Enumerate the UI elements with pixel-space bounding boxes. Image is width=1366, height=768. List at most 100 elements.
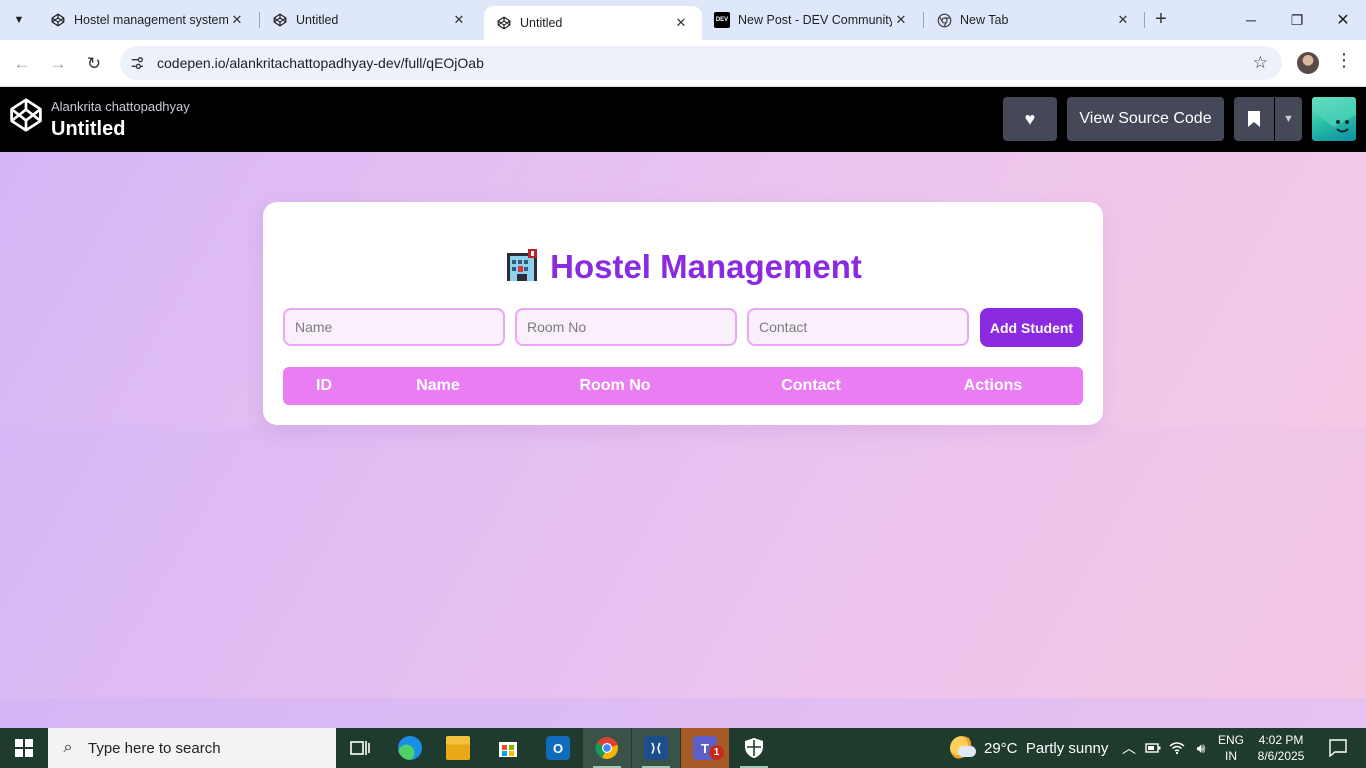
close-tab-icon[interactable]: ✕ (892, 11, 910, 29)
taskbar-outlook[interactable]: O (534, 728, 582, 768)
close-tab-icon[interactable]: ✕ (672, 14, 690, 32)
edge-icon (398, 736, 422, 760)
chevron-down-icon: ▼ (1283, 113, 1294, 125)
view-source-button[interactable]: View Source Code (1067, 97, 1224, 141)
minimize-icon[interactable]: ─ (1228, 0, 1274, 40)
name-input[interactable] (283, 308, 505, 346)
profile-avatar[interactable] (1297, 52, 1319, 74)
notification-center-icon[interactable] (1318, 728, 1358, 768)
tab-search-chevron-icon[interactable]: ▼ (6, 7, 32, 33)
taskbar-file-explorer[interactable] (434, 728, 482, 768)
partly-sunny-icon (950, 736, 976, 760)
tab-new-tab[interactable]: New Tab ✕ (924, 0, 1144, 40)
taskbar-edge[interactable] (386, 728, 434, 768)
pen-preview: Hostel Management Add Student ID Name Ro… (0, 152, 1366, 728)
wifi-icon[interactable] (1166, 728, 1188, 768)
codepen-icon (272, 12, 288, 28)
codepen-icon (496, 15, 512, 31)
add-student-button[interactable]: Add Student (980, 308, 1083, 347)
taskbar-search-placeholder: Type here to search (88, 739, 221, 757)
contact-input[interactable] (747, 308, 969, 346)
new-tab-plus-icon[interactable]: + (1150, 9, 1172, 31)
tab-untitled-active[interactable]: Untitled ✕ (484, 6, 702, 40)
tab-separator (1144, 12, 1145, 28)
hostel-card: Hostel Management Add Student ID Name Ro… (263, 202, 1103, 425)
language-code: ENG (1217, 733, 1244, 747)
bookmark-star-icon[interactable]: ☆ (1253, 53, 1268, 73)
close-tab-icon[interactable]: ✕ (228, 11, 246, 29)
bookmark-dropdown-button[interactable]: ▼ (1275, 97, 1302, 141)
restore-icon[interactable]: ❐ (1274, 0, 1320, 40)
chrome-icon (936, 12, 952, 28)
pen-title: Untitled (51, 118, 126, 140)
windows-logo-icon (15, 739, 33, 757)
taskbar-security[interactable] (730, 728, 778, 768)
forward-arrow-icon[interactable]: → (44, 50, 72, 78)
weather-condition: Partly sunny (1025, 739, 1109, 757)
column-header-id: ID (316, 377, 332, 394)
search-icon: ⌕ (63, 739, 73, 756)
close-tab-icon[interactable]: ✕ (1114, 11, 1132, 29)
codepen-logo-icon[interactable] (8, 97, 44, 133)
address-bar[interactable]: codepen.io/alankritachattopadhyay-dev/fu… (120, 46, 1282, 80)
background-gradient (0, 426, 1366, 698)
tab-title: Untitled (520, 16, 563, 30)
hotel-emoji-icon (507, 249, 538, 281)
bookmark-button[interactable] (1234, 97, 1274, 141)
tab-untitled-1[interactable]: Untitled ✕ (260, 0, 480, 40)
tab-hostel-management-system[interactable]: Hostel management system ✕ (38, 0, 258, 40)
close-window-icon[interactable]: ✕ (1320, 0, 1366, 40)
battery-icon[interactable] (1142, 728, 1164, 768)
students-table-header: ID Name Room No Contact Actions (283, 367, 1083, 405)
page-title: Hostel Management (263, 247, 1103, 286)
site-info-icon[interactable] (120, 46, 154, 80)
input-language[interactable]: ENG IN (1216, 732, 1246, 764)
task-view-button[interactable] (336, 728, 384, 768)
column-header-contact: Contact (781, 377, 841, 394)
shield-icon (745, 738, 763, 758)
taskbar-store[interactable] (484, 728, 532, 768)
reload-icon[interactable]: ↻ (80, 50, 108, 78)
taskbar-search-box[interactable]: ⌕ Type here to search (48, 728, 336, 768)
tab-dev-community[interactable]: DEV New Post - DEV Community ✕ (702, 0, 922, 40)
codepen-icon (50, 12, 66, 28)
folder-icon (446, 736, 470, 760)
system-clock[interactable]: 4:02 PM 8/6/2025 (1254, 732, 1308, 764)
windows-start-button[interactable] (0, 728, 48, 768)
show-hidden-icons-chevron-icon[interactable]: ︿ (1118, 728, 1140, 768)
heart-icon: ♥ (1024, 108, 1036, 129)
room-no-input[interactable] (515, 308, 737, 346)
tab-title: Hostel management system (74, 13, 228, 27)
back-arrow-icon[interactable]: ← (8, 50, 36, 78)
column-header-actions: Actions (963, 377, 1023, 394)
volume-icon[interactable]: 🔊︎ (1190, 728, 1212, 768)
clock-time: 4:02 PM (1258, 733, 1304, 747)
column-header-name: Name (416, 377, 460, 394)
tab-title: Untitled (296, 13, 339, 27)
clock-date: 8/6/2025 (1257, 749, 1305, 763)
code-editor-icon: ⟩⟨ (644, 736, 668, 760)
task-view-icon (350, 741, 370, 755)
tab-title: New Tab (960, 13, 1009, 27)
codepen-header: Alankrita chattopadhyay Untitled ♥ View … (0, 87, 1366, 152)
chrome-icon (595, 737, 618, 759)
url-text: codepen.io/alankritachattopadhyay-dev/fu… (157, 55, 484, 71)
background-gradient (0, 698, 1366, 728)
browser-menu-icon[interactable]: ⋮ (1334, 50, 1354, 76)
notification-badge: 1 (709, 745, 724, 760)
taskbar-chrome[interactable] (583, 728, 631, 768)
like-button[interactable]: ♥ (1003, 97, 1057, 141)
windows-taskbar: ⌕ Type here to search O ⟩⟨ T 1 29°C Part… (0, 728, 1366, 768)
browser-toolbar: ← → ↻ codepen.io/alankritachattopadhyay-… (0, 40, 1366, 87)
avatar-face-icon (1312, 97, 1356, 133)
tab-title: New Post - DEV Community (738, 13, 892, 27)
close-tab-icon[interactable]: ✕ (450, 11, 468, 29)
user-avatar[interactable] (1312, 97, 1356, 141)
weather-widget[interactable]: 29°C Partly sunny (950, 728, 1108, 768)
taskbar-vscode[interactable]: ⟩⟨ (632, 728, 680, 768)
taskbar-teams[interactable]: T 1 (681, 728, 729, 768)
outlook-icon: O (546, 736, 570, 760)
pen-author[interactable]: Alankrita chattopadhyay (51, 99, 190, 114)
bookmark-icon (1248, 111, 1260, 127)
store-icon (499, 742, 517, 757)
